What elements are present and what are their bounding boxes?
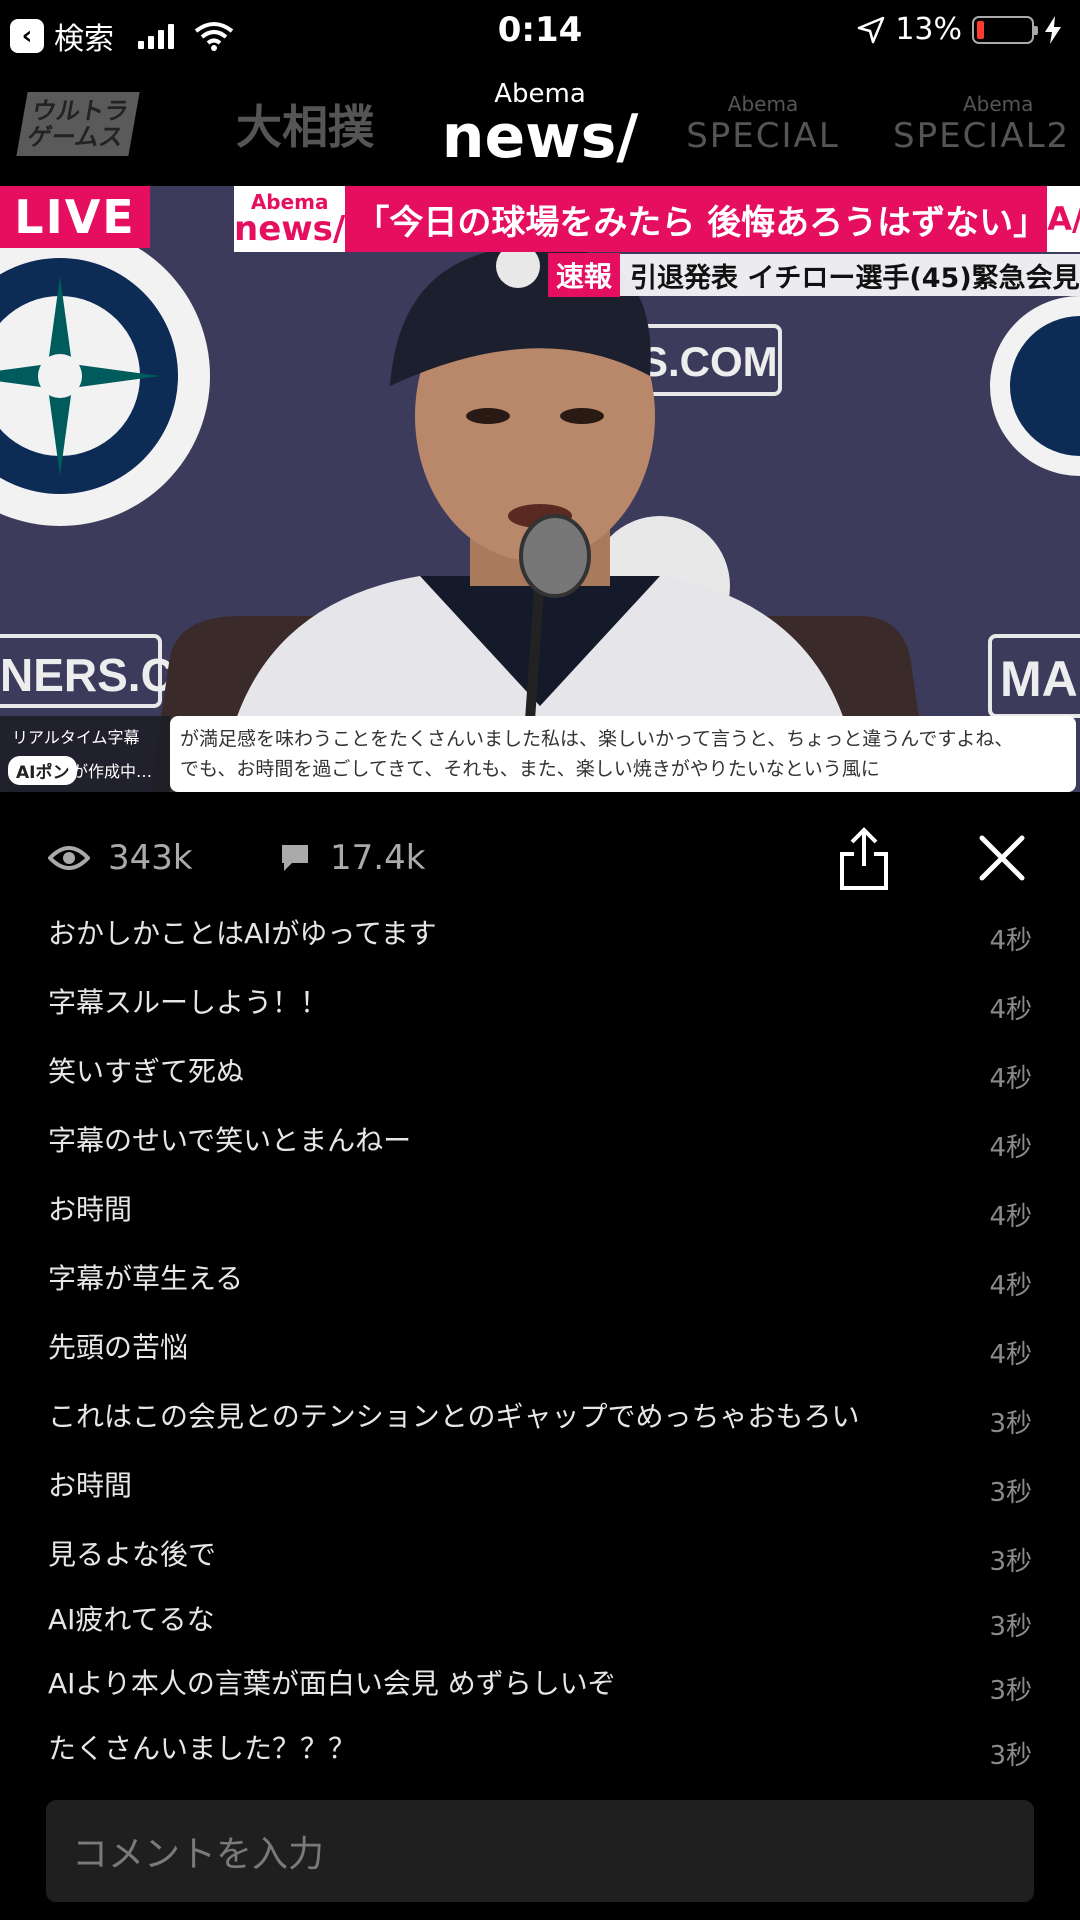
breaking-tag: 速報: [548, 253, 621, 297]
charging-bolt-icon: [1045, 15, 1061, 44]
close-icon[interactable]: [974, 830, 1030, 886]
microphone: [519, 514, 591, 598]
comment-item: 字幕スルーしよう！！ 4秒: [0, 981, 1080, 1041]
player-eye-right: [560, 408, 604, 424]
channel-logo-text: ウルトラ ゲームス: [15, 92, 140, 156]
player-eye-left: [466, 408, 510, 424]
breaking-news-bar: 速報 引退発表 イチロー選手(45)緊急会見: [548, 253, 1080, 297]
comment-time: 3秒: [989, 1612, 1032, 1642]
comment-time: 4秒: [989, 926, 1032, 956]
location-arrow-icon: [858, 16, 885, 43]
breaking-text: 引退発表 イチロー選手(45)緊急会見: [630, 262, 1080, 294]
view-count-value: 343k: [108, 838, 193, 878]
bottom-right-sign-text: MAR: [1000, 651, 1080, 707]
channel-ultra-games[interactable]: ウルトラ ゲームス: [10, 84, 145, 164]
channel-sumo[interactable]: 大相撲: [215, 84, 395, 164]
comment-time: 3秒: [989, 1547, 1032, 1577]
status-bar-right: 13%: [857, 12, 1062, 47]
eye-icon: [48, 846, 90, 870]
comment-text: 笑いすぎて死ぬ: [48, 1055, 245, 1088]
comment-text: 字幕のせいで笑いとまんねー: [48, 1124, 412, 1157]
comment-input[interactable]: コメントを入力: [46, 1800, 1034, 1902]
comment-item: 先頭の苦悩 4秒: [0, 1326, 1080, 1386]
comment-time: 4秒: [989, 1340, 1032, 1370]
channel-logo-text: news/: [441, 102, 639, 172]
comment-time: 4秒: [989, 1271, 1032, 1301]
comment-text: 見るよな後で: [48, 1538, 217, 1571]
share-icon[interactable]: [834, 824, 894, 894]
comment-item: 字幕が草生える 4秒: [0, 1257, 1080, 1317]
sponsor-sign-text: S.COM: [640, 338, 778, 385]
comment-bubble-icon: [282, 845, 308, 871]
channel-logo-text: SPECIAL2: [893, 116, 1071, 156]
news-headline-banner: Abema news/ 「今日の球場をみたら 後悔あろうはずない」 A/n: [234, 186, 1080, 252]
comment-time: 4秒: [989, 1202, 1032, 1232]
comment-time: 3秒: [989, 1478, 1032, 1508]
comment-item: 見るよな後で 3秒: [0, 1533, 1080, 1593]
comment-text: AI疲れてるな: [48, 1603, 215, 1636]
comment-text: お時間: [48, 1469, 133, 1502]
channel-bar: ウルトラ ゲームス 大相撲 Abema news/ Abema SPECIAL …: [0, 70, 1080, 180]
stats-row: 343k 17.4k: [0, 820, 1080, 900]
realtime-subtitle-box: が満足感を味わうことをたくさんいました私は、楽しいかって言うと、ちょっと違うんで…: [170, 716, 1076, 792]
channel-abema-special2[interactable]: Abema SPECIAL2: [893, 84, 1080, 164]
subtitle-label-title: リアルタイム字幕: [12, 728, 140, 747]
status-bar: ‹ 検索 0:14 13%: [0, 0, 1080, 64]
headline-text: 「今日の球場をみたら 後悔あろうはずない」: [355, 202, 1048, 243]
subtitle-label-status: が作成中…: [72, 762, 153, 781]
comment-item: これはこの会見とのテンションとのギャップでめっちゃおもろい 3秒: [0, 1395, 1080, 1455]
comment-text: たくさんいました？？？: [48, 1732, 357, 1765]
comment-time: 4秒: [989, 1133, 1032, 1163]
comment-time: 3秒: [989, 1409, 1032, 1439]
comment-text: お時間: [48, 1193, 133, 1226]
comment-item: たくさんいました？？？ 3秒: [0, 1727, 1080, 1787]
ai-badge: AIポン: [8, 756, 78, 785]
comment-text: 先頭の苦悩: [48, 1331, 189, 1364]
live-badge: LIVE: [0, 186, 150, 248]
comment-time: 3秒: [989, 1741, 1032, 1771]
comment-time: 3秒: [989, 1676, 1032, 1706]
comment-input-placeholder: コメントを入力: [72, 1834, 325, 1875]
channel-abema-news[interactable]: Abema news/: [442, 81, 638, 167]
comment-text: AIより本人の言葉が面白い会見 めずらしいぞ: [48, 1667, 616, 1700]
comment-item: 笑いすぎて死ぬ 4秒: [0, 1050, 1080, 1110]
battery-icon: [972, 15, 1038, 44]
comment-item: おかしかことはAIがゆってます 4秒: [0, 912, 1080, 972]
comment-item: AI疲れてるな 3秒: [0, 1598, 1080, 1658]
comment-time: 4秒: [989, 995, 1032, 1025]
battery-percent: 13%: [895, 12, 962, 47]
subtitle-line: でも、お時間を過ごしてきて、それも、また、楽しい焼きがやりたいなという風に: [180, 758, 880, 780]
comment-text: 字幕が草生える: [48, 1262, 244, 1295]
channel-abema-special[interactable]: Abema SPECIAL: [668, 84, 858, 164]
realtime-subtitle-label: リアルタイム字幕 AIポン が作成中…: [0, 716, 170, 792]
comment-count-value: 17.4k: [330, 838, 426, 878]
logo-big-text: news/: [234, 209, 346, 249]
comment-text: 字幕スルーしよう！！: [48, 986, 329, 1019]
channel-logo-small: Abema: [963, 92, 1034, 116]
channel-logo-small: Abema: [727, 92, 799, 116]
view-count: 343k: [48, 838, 193, 878]
an-logo: A/n: [1047, 186, 1080, 252]
abema-news-logo: Abema news/: [234, 186, 346, 252]
comment-text: これはこの会見とのテンションとのギャップでめっちゃおもろい: [48, 1400, 860, 1433]
comment-item: お時間 4秒: [0, 1188, 1080, 1248]
comment-count: 17.4k: [278, 838, 425, 878]
comment-text: おかしかことはAIがゆってます: [48, 917, 437, 950]
comment-item: 字幕のせいで笑いとまんねー 4秒: [0, 1119, 1080, 1179]
comment-item: お時間 3秒: [0, 1464, 1080, 1524]
subtitle-line: が満足感を味わうことをたくさんいました私は、楽しいかって言うと、ちょっと違うんで…: [180, 728, 1014, 750]
comment-time: 4秒: [989, 1064, 1032, 1094]
comment-item: AIより本人の言葉が面白い会見 めずらしいぞ 3秒: [0, 1662, 1080, 1722]
channel-logo-text: SPECIAL: [686, 116, 840, 156]
channel-logo-text: 大相撲: [236, 100, 374, 154]
